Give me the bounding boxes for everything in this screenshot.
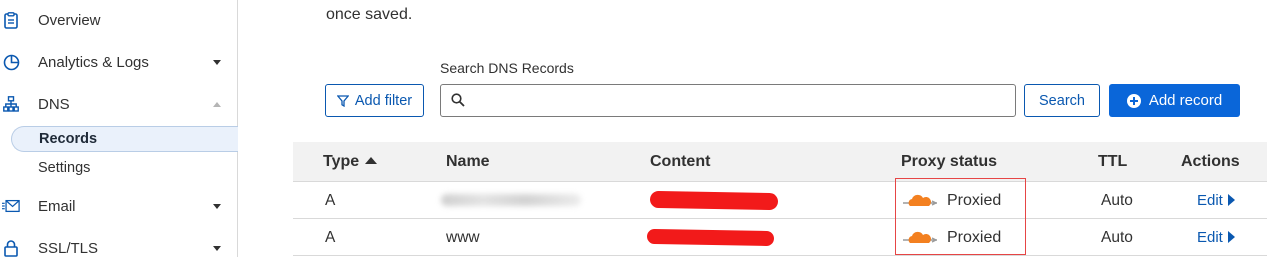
sidebar-item-dns[interactable]: DNS: [0, 84, 238, 124]
lock-icon: [2, 239, 20, 257]
add-filter-label: Add filter: [354, 92, 413, 109]
sidebar: Overview Analytics & Logs DNS Records Se…: [0, 0, 238, 257]
record-type: A: [325, 229, 336, 246]
chevron-down-icon[interactable]: [213, 59, 221, 65]
name-obscured: [441, 194, 581, 206]
sidebar-item-overview[interactable]: Overview: [0, 0, 238, 40]
network-icon: [2, 95, 20, 113]
table-row[interactable]: A www Proxied Auto Edit: [293, 219, 1267, 256]
caret-right-icon: [1227, 194, 1235, 206]
sidebar-item-label: Overview: [38, 11, 101, 29]
add-record-label: Add record: [1148, 92, 1223, 109]
column-header-ttl[interactable]: TTL: [1098, 153, 1127, 171]
search-button-label: Search: [1039, 92, 1085, 109]
proxy-status-label: Proxied: [947, 191, 1002, 209]
sidebar-item-email[interactable]: Email: [0, 186, 238, 226]
content-redacted: [646, 228, 775, 247]
edit-record-button[interactable]: Edit: [1197, 229, 1235, 246]
edit-record-button[interactable]: Edit: [1197, 192, 1235, 209]
proxy-status: Proxied: [903, 219, 1001, 256]
search-input[interactable]: [473, 89, 1003, 113]
record-ttl: Auto: [1101, 229, 1133, 246]
record-name: www: [446, 229, 480, 246]
email-icon: [2, 197, 20, 215]
sidebar-subitem-label: Records: [39, 131, 98, 147]
sidebar-subitem-records[interactable]: Records: [11, 126, 238, 152]
record-type: A: [325, 192, 336, 209]
column-header-actions: Actions: [1181, 153, 1240, 170]
column-header-name[interactable]: Name: [446, 153, 490, 171]
sidebar-subitem-settings[interactable]: Settings: [11, 155, 238, 181]
chevron-down-icon[interactable]: [213, 203, 221, 209]
filter-icon: [336, 94, 349, 107]
caret-right-icon: [1227, 231, 1235, 243]
description-text: once saved.: [326, 6, 413, 23]
sidebar-item-label: DNS: [38, 95, 70, 113]
sidebar-item-label: SSL/TLS: [38, 239, 99, 257]
cloud-proxied-icon: [903, 231, 937, 243]
plus-circle-icon: [1126, 93, 1141, 108]
sidebar-item-analytics-logs[interactable]: Analytics & Logs: [0, 42, 238, 82]
dns-records-panel: once saved. Add filter Search DNS Record…: [293, 0, 1267, 257]
sort-ascending-icon: [365, 157, 378, 164]
record-ttl: Auto: [1101, 192, 1133, 209]
table-header: Type Name Content Proxy status TTL Actio…: [293, 142, 1267, 182]
content-redacted: [649, 190, 779, 211]
column-header-content[interactable]: Content: [650, 153, 710, 171]
proxy-status-label: Proxied: [947, 228, 1002, 246]
column-header-proxy-status[interactable]: Proxy status: [901, 153, 997, 171]
column-header-type[interactable]: Type: [323, 153, 378, 171]
sidebar-item-label: Email: [38, 197, 76, 215]
search-field[interactable]: [440, 84, 1016, 117]
table-row[interactable]: A Proxied Auto Edit: [293, 182, 1267, 219]
pie-chart-icon: [2, 53, 20, 71]
add-filter-button[interactable]: Add filter: [325, 84, 424, 117]
search-label: Search DNS Records: [440, 60, 574, 76]
sidebar-subitem-label: Settings: [38, 160, 91, 176]
sidebar-item-label: Analytics & Logs: [38, 53, 149, 71]
sidebar-item-ssl-tls[interactable]: SSL/TLS: [0, 228, 238, 257]
clipboard-icon: [2, 11, 20, 29]
search-button[interactable]: Search: [1024, 84, 1100, 117]
proxy-status: Proxied: [903, 182, 1001, 219]
search-icon: [451, 93, 465, 112]
add-record-button[interactable]: Add record: [1109, 84, 1240, 117]
cloud-proxied-icon: [903, 194, 937, 206]
chevron-up-icon[interactable]: [213, 101, 221, 107]
chevron-down-icon[interactable]: [213, 245, 221, 251]
